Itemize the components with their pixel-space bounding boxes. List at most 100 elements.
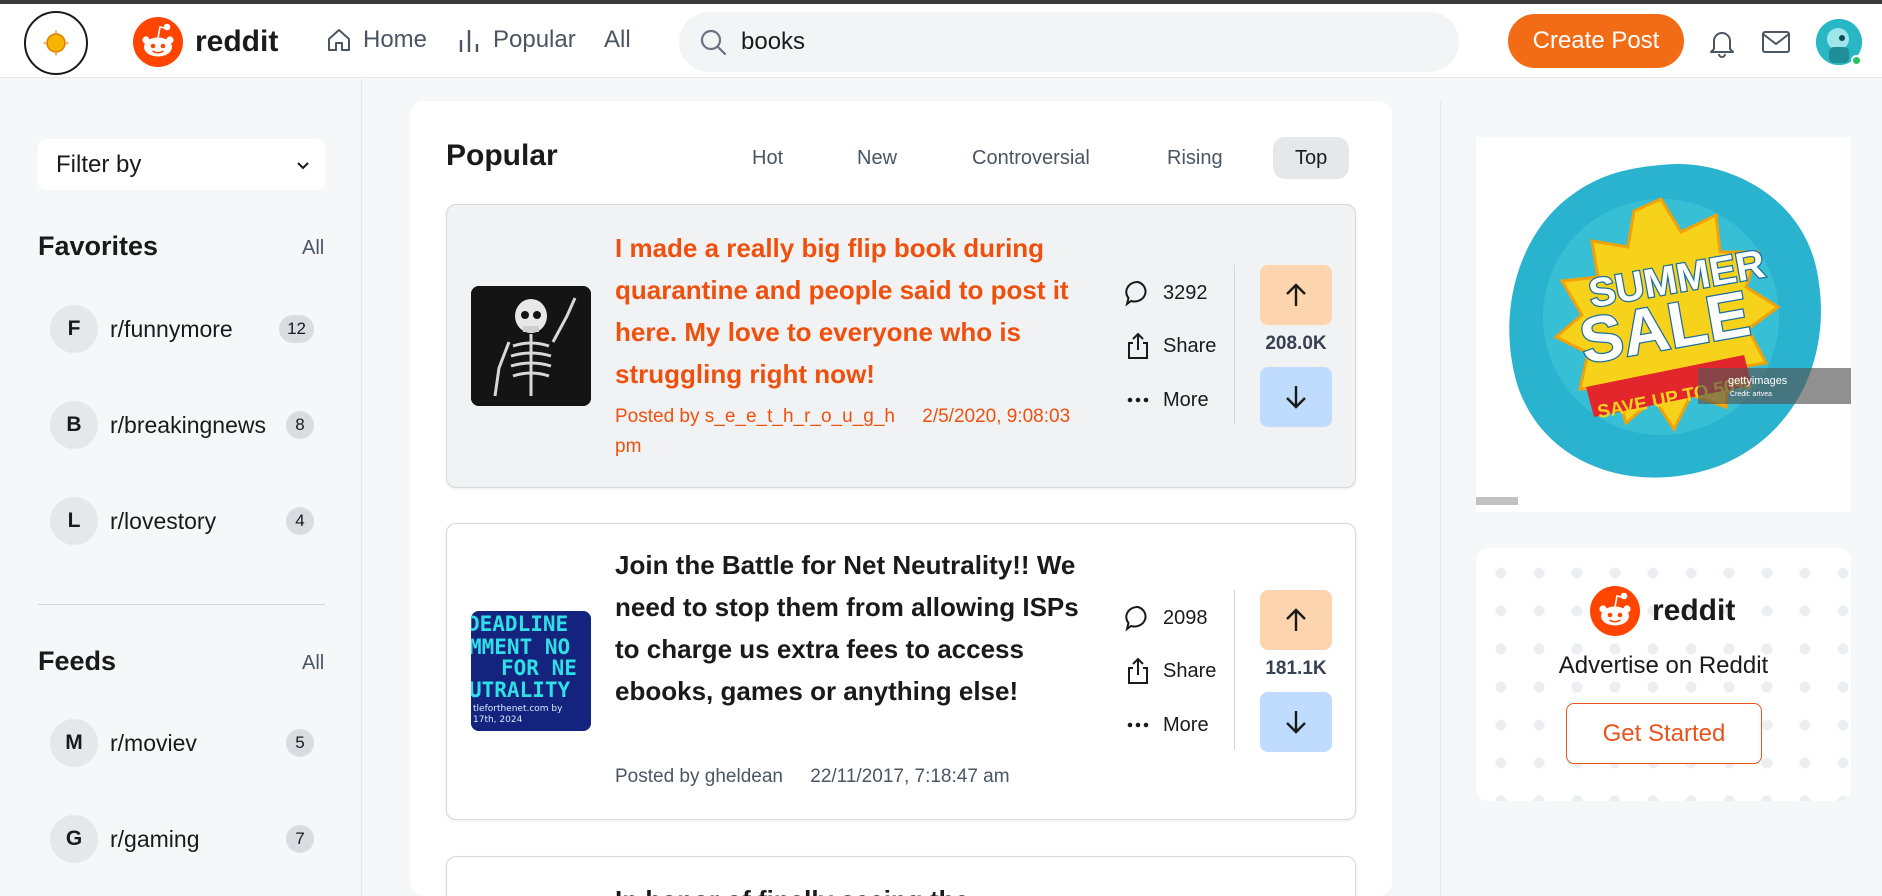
svg-text:Credit: artvea: Credit: artvea bbox=[1730, 391, 1772, 398]
tab-controversial[interactable]: Controversial bbox=[950, 137, 1112, 179]
comment-count: 3292 bbox=[1163, 281, 1208, 304]
share-label: Share bbox=[1163, 334, 1217, 357]
vote-count: 181.1K bbox=[1265, 658, 1327, 679]
home-icon bbox=[328, 29, 350, 51]
page-title: Popular bbox=[446, 139, 558, 172]
mail-icon bbox=[1762, 31, 1790, 53]
svg-text:gettyimages: gettyimages bbox=[1728, 375, 1788, 387]
post-card[interactable]: In honor of finally seeing the bbox=[446, 856, 1356, 896]
subreddit-letter-avatar: B bbox=[50, 401, 98, 449]
upvote-button[interactable] bbox=[1260, 265, 1332, 325]
main-feed: Popular Hot New Controversial Rising Top… bbox=[410, 101, 1392, 896]
post-author[interactable]: gheldean bbox=[705, 766, 783, 787]
feeds-title: Feeds bbox=[38, 646, 117, 676]
post-title[interactable]: Join the Battle for Net Neutrality!! We … bbox=[615, 544, 1093, 712]
reddit-snoo-icon bbox=[133, 17, 183, 67]
post-meta: Posted by s_e_e_t_h_r_o_u_g_h 2/5/2020, … bbox=[615, 402, 1075, 462]
more-button[interactable]: More bbox=[1123, 385, 1209, 415]
comment-icon bbox=[1125, 605, 1147, 632]
post-date: 22/11/2017, 7:18:47 am bbox=[810, 766, 1010, 787]
post-thumbnail[interactable]: DEADLINE MMENT NO FOR NE UTRALITY tlefor… bbox=[471, 611, 591, 731]
subreddit-count-badge: 4 bbox=[286, 507, 314, 535]
sidebar-item-gaming[interactable]: G r/gaming 7 bbox=[50, 815, 314, 863]
nav-popular-label: Popular bbox=[493, 26, 576, 53]
posted-by-label: Posted by bbox=[615, 766, 700, 787]
sidebar-item-breakingnews[interactable]: B r/breakingnews 8 bbox=[50, 401, 314, 449]
reddit-logo[interactable]: reddit bbox=[133, 17, 278, 67]
subreddit-count-badge: 5 bbox=[286, 729, 314, 757]
subreddit-name: r/breakingnews bbox=[110, 411, 266, 438]
post-card[interactable]: DEADLINE MMENT NO FOR NE UTRALITY tlefor… bbox=[446, 523, 1356, 820]
arrow-up-icon bbox=[1286, 283, 1306, 306]
filter-dropdown[interactable]: Filter by bbox=[38, 139, 325, 190]
favorites-all-link[interactable]: All bbox=[302, 237, 324, 260]
more-label: More bbox=[1163, 713, 1209, 736]
subreddit-name: r/moviev bbox=[110, 729, 197, 756]
sidebar-item-moviev[interactable]: M r/moviev 5 bbox=[50, 719, 314, 767]
top-header: reddit Home Popular All Create Post bbox=[0, 4, 1882, 78]
post-card[interactable]: I made a really big flip book during qua… bbox=[446, 204, 1356, 488]
nav-popular[interactable]: Popular bbox=[457, 26, 576, 54]
vote-divider bbox=[1234, 265, 1235, 425]
post-thumbnail[interactable] bbox=[471, 286, 591, 406]
search-input[interactable] bbox=[741, 28, 1381, 56]
vote-divider bbox=[1234, 590, 1235, 750]
ad-reddit-logo: reddit bbox=[1590, 586, 1735, 636]
share-icon bbox=[1128, 332, 1148, 359]
bar-chart-icon bbox=[459, 30, 479, 52]
downvote-button[interactable] bbox=[1260, 367, 1332, 427]
skeleton-thumbnail-image bbox=[471, 286, 591, 406]
share-button[interactable]: Share bbox=[1123, 656, 1216, 686]
bell-icon bbox=[1710, 32, 1734, 58]
subreddit-count-badge: 8 bbox=[286, 411, 314, 439]
feeds-all-link[interactable]: All bbox=[302, 652, 324, 675]
subreddit-letter-avatar: G bbox=[50, 815, 98, 863]
upvote-button[interactable] bbox=[1260, 590, 1332, 650]
create-post-button[interactable]: Create Post bbox=[1508, 14, 1684, 68]
post-author[interactable]: s_e_e_t_h_r_o_u_g_h bbox=[705, 406, 895, 427]
more-button[interactable]: More bbox=[1123, 710, 1209, 740]
logo-text: reddit bbox=[195, 25, 279, 58]
subreddit-letter-avatar: F bbox=[50, 305, 98, 353]
comments-button[interactable]: 2098 bbox=[1123, 603, 1208, 633]
nav-all-label: All bbox=[604, 26, 631, 53]
comments-button[interactable]: 3292 bbox=[1123, 278, 1208, 308]
nav-home[interactable]: Home bbox=[325, 26, 427, 54]
tab-top[interactable]: Top bbox=[1273, 137, 1350, 179]
arrow-down-icon bbox=[1286, 386, 1306, 409]
tab-new[interactable]: New bbox=[835, 137, 919, 179]
downvote-button[interactable] bbox=[1260, 692, 1332, 752]
sidebar-divider bbox=[38, 604, 325, 605]
svg-text:tleforthenet.com by: tleforthenet.com by bbox=[473, 704, 563, 714]
post-title[interactable]: I made a really big flip book during qua… bbox=[615, 227, 1093, 395]
nav-all[interactable]: All bbox=[604, 26, 631, 54]
ad-logo-text: reddit bbox=[1652, 594, 1736, 627]
tab-hot[interactable]: Hot bbox=[730, 137, 805, 179]
vote-count: 208.0K bbox=[1265, 333, 1327, 354]
messages-button[interactable] bbox=[1761, 30, 1791, 59]
post-title[interactable]: In honor of finally seeing the bbox=[615, 879, 1093, 896]
chevron-down-icon bbox=[297, 161, 309, 169]
more-dots-icon bbox=[1127, 722, 1149, 728]
advertise-text: Advertise on Reddit bbox=[1558, 652, 1769, 679]
arrow-down-icon bbox=[1286, 711, 1306, 734]
posted-by-label: Posted by bbox=[615, 406, 700, 427]
theme-toggle-button[interactable] bbox=[24, 11, 88, 75]
search-bar[interactable] bbox=[679, 12, 1459, 72]
sun-icon bbox=[43, 30, 69, 56]
search-icon bbox=[700, 29, 727, 56]
subreddit-name: r/gaming bbox=[110, 825, 200, 852]
subreddit-letter-avatar: L bbox=[50, 497, 98, 545]
share-button[interactable]: Share bbox=[1123, 331, 1216, 361]
get-started-button[interactable]: Get Started bbox=[1566, 703, 1762, 764]
tab-rising[interactable]: Rising bbox=[1145, 137, 1245, 179]
net-neutrality-thumbnail-image: DEADLINE MMENT NO FOR NE UTRALITY tlefor… bbox=[471, 611, 591, 731]
sidebar-item-lovestory[interactable]: L r/lovestory 4 bbox=[50, 497, 314, 545]
more-dots-icon bbox=[1127, 397, 1149, 403]
svg-text:17th, 2024: 17th, 2024 bbox=[473, 715, 523, 725]
svg-text:FOR NE: FOR NE bbox=[501, 656, 577, 680]
sidebar-item-funnymore[interactable]: F r/funnymore 12 bbox=[50, 305, 314, 353]
notifications-button[interactable] bbox=[1708, 28, 1736, 63]
subreddit-count-badge: 12 bbox=[279, 315, 314, 343]
summer-sale-ad-image[interactable]: SUMMER SALE SAVE UP TO 50% gettyimages C… bbox=[1476, 137, 1851, 512]
